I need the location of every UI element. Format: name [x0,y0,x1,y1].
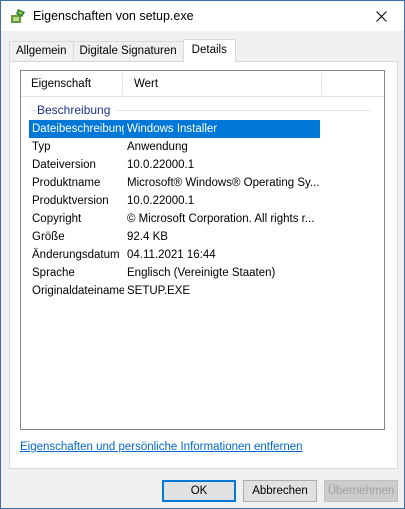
tab-allgemein[interactable]: Allgemein [9,41,74,62]
property-name: Dateibeschreibung [29,120,124,138]
property-name: Größe [32,231,65,243]
column-header-wert[interactable]: Wert [124,71,324,97]
table-row[interactable]: Copyright © Microsoft Corporation. All r… [21,210,384,228]
table-row[interactable]: Sprache Englisch (Vereinigte Staaten) [21,264,384,282]
property-name: Produktversion [32,195,109,207]
property-name: Copyright [32,213,82,225]
cancel-button[interactable]: Abbrechen [243,480,317,502]
property-value: 10.0.22000.1 [127,195,195,207]
apply-button[interactable]: Übernehmen [324,480,398,502]
property-value: 92.4 KB [127,231,168,243]
table-row[interactable]: Typ Anwendung [21,138,384,156]
list-header: Eigenschaft Wert [21,71,384,97]
table-row[interactable]: Dateiversion 10.0.22000.1 [21,156,384,174]
table-row[interactable]: Originaldateiname SETUP.EXE [21,282,384,300]
column-divider[interactable] [321,73,322,95]
property-value: 10.0.22000.1 [127,159,195,171]
table-row[interactable]: Dateibeschreibung Windows Installer [21,120,384,138]
remove-properties-link[interactable]: Eigenschaften und persönliche Informatio… [20,441,303,453]
tab-digitale-signaturen[interactable]: Digitale Signaturen [72,41,184,62]
property-name: Dateiversion [32,159,96,171]
tab-strip: Allgemein Digitale Signaturen Details [9,39,236,62]
property-value: Englisch (Vereinigte Staaten) [127,267,276,279]
properties-list[interactable]: Eigenschaft Wert Beschreibung Dateibesch… [20,70,385,430]
property-rows: Dateibeschreibung Windows Installer Typ … [21,120,384,300]
table-row[interactable]: Produktversion 10.0.22000.1 [21,192,384,210]
installer-icon [11,9,25,23]
property-name: Originaldateiname [32,285,124,297]
property-value: SETUP.EXE [127,285,191,297]
property-name: Produktname [32,177,101,189]
ok-button[interactable]: OK [162,480,236,502]
title-bar[interactable]: Eigenschaften von setup.exe [1,1,404,31]
window-title: Eigenschaften von setup.exe [33,9,194,23]
group-header-beschreibung: Beschreibung [31,101,371,119]
table-row[interactable]: Änderungsdatum 04.11.2021 16:44 [21,246,384,264]
properties-dialog: Eigenschaften von setup.exe Allgemein Di… [0,0,405,509]
table-row[interactable]: Produktname Microsoft® Windows® Operatin… [21,174,384,192]
property-value: 04.11.2021 16:44 [127,249,216,261]
property-name: Sprache [32,267,75,279]
column-header-eigenschaft[interactable]: Eigenschaft [21,71,124,97]
close-button[interactable] [359,1,404,31]
property-name: Änderungsdatum [32,249,120,261]
property-name: Typ [32,141,51,153]
group-label: Beschreibung [37,101,117,119]
property-value: © Microsoft Corporation. All rights r... [127,213,315,225]
table-row[interactable]: Größe 92.4 KB [21,228,384,246]
property-value: Anwendung [127,141,188,153]
property-value: Microsoft® Windows® Operating Sy... [127,177,320,189]
property-value: Windows Installer [124,120,320,138]
column-divider[interactable] [122,73,123,95]
close-icon [376,10,387,22]
tab-details[interactable]: Details [182,39,236,62]
